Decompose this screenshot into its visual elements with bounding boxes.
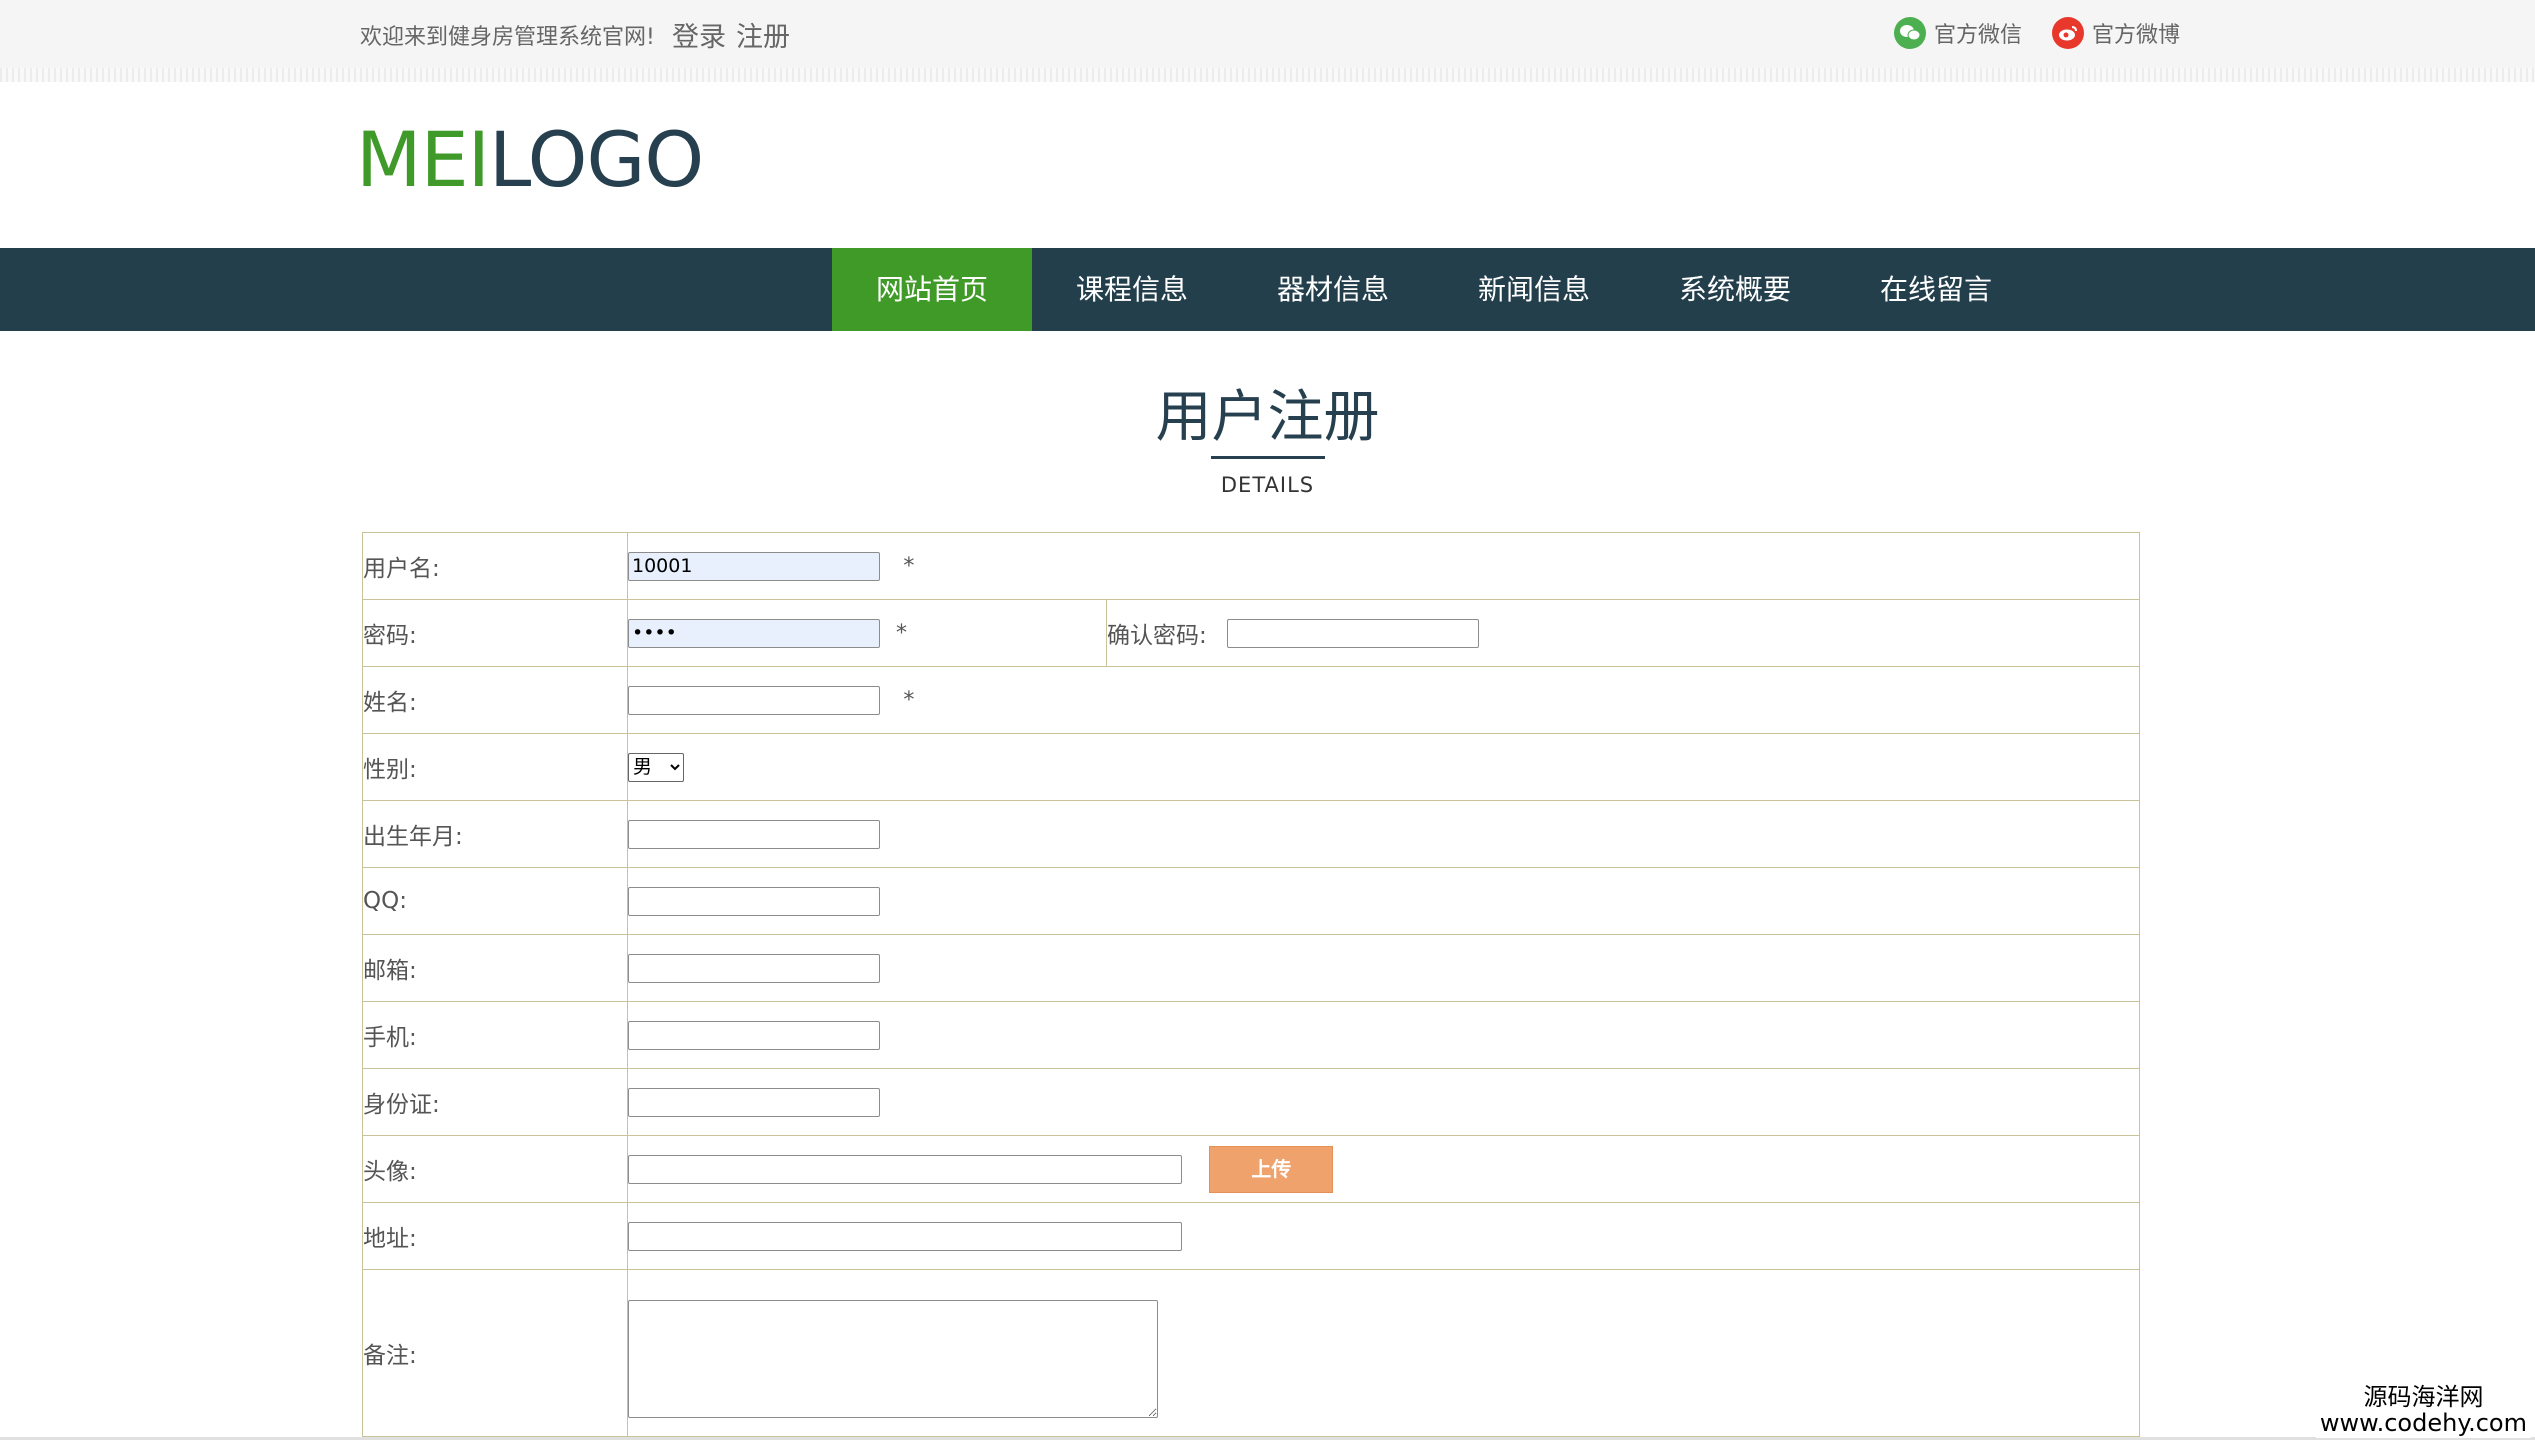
register-link[interactable]: 注册 [736, 22, 790, 53]
username-input[interactable] [628, 551, 880, 581]
required-mark: * [896, 620, 907, 646]
wechat-link[interactable]: 官方微信 [1894, 17, 2022, 49]
qq-label: QQ: [362, 867, 628, 935]
register-form: 用户名: * 密码: * 确认密码: 姓名: * [362, 532, 2140, 1437]
name-input[interactable] [628, 685, 880, 715]
row-birth: 出生年月: [362, 800, 2140, 868]
row-email: 邮箱: [362, 934, 2140, 1002]
logo-part-logo: LOGO [489, 115, 704, 204]
page-title: 用户注册 [1155, 385, 1380, 450]
confirm-password-label: 确认密码: [1107, 623, 1207, 649]
row-phone: 手机: [362, 1001, 2140, 1069]
gender-label: 性别: [362, 733, 628, 801]
email-input[interactable] [628, 953, 880, 983]
address-input[interactable] [628, 1221, 1182, 1251]
idcard-input[interactable] [628, 1087, 880, 1117]
nav-home[interactable]: 网站首页 [832, 248, 1032, 331]
phone-input[interactable] [628, 1020, 880, 1050]
name-label: 姓名: [362, 666, 628, 734]
top-bar-fringe [0, 68, 2535, 82]
weibo-label: 官方微博 [2092, 23, 2181, 48]
username-label: 用户名: [362, 532, 628, 600]
upload-button[interactable]: 上传 [1209, 1145, 1334, 1193]
welcome-text: 欢迎来到健身房管理系统官网! [360, 25, 655, 50]
password-input[interactable] [628, 618, 880, 648]
page-subtitle: DETAILS [1220, 473, 1315, 497]
auth-links: 登录 注册 [672, 15, 800, 54]
birth-label: 出生年月: [362, 800, 628, 868]
gender-select[interactable]: 男 [628, 752, 684, 782]
remark-textarea[interactable] [628, 1300, 1158, 1418]
wechat-icon [1894, 17, 1926, 49]
watermark: 源码海洋网 www.codehy.com [2315, 1382, 2531, 1438]
nav-news[interactable]: 新闻信息 [1434, 248, 1634, 331]
row-qq: QQ: [362, 867, 2140, 935]
required-mark: * [903, 553, 915, 579]
row-address: 地址: [362, 1202, 2140, 1270]
row-password: 密码: * 确认密码: [362, 599, 2140, 667]
nav-message[interactable]: 在线留言 [1836, 248, 2036, 331]
email-label: 邮箱: [362, 934, 628, 1002]
row-gender: 性别: 男 [362, 733, 2140, 801]
birth-input[interactable] [628, 819, 880, 849]
idcard-label: 身份证: [362, 1068, 628, 1136]
qq-input[interactable] [628, 886, 880, 916]
password-label: 密码: [362, 599, 628, 667]
confirm-password-input[interactable] [1226, 618, 1479, 648]
nav-equipment[interactable]: 器材信息 [1233, 248, 1433, 331]
remark-label: 备注: [362, 1269, 628, 1437]
logo-part-mei: MEI [356, 115, 490, 204]
phone-label: 手机: [362, 1001, 628, 1069]
nav-courses[interactable]: 课程信息 [1032, 248, 1232, 331]
required-mark: * [903, 687, 915, 713]
avatar-label: 头像: [362, 1135, 628, 1203]
row-remark: 备注: [362, 1269, 2140, 1437]
main-nav: 网站首页 课程信息 器材信息 新闻信息 系统概要 在线留言 [0, 248, 2535, 331]
watermark-line2: www.codehy.com [2319, 1409, 2527, 1437]
site-logo[interactable]: MEILOGO [356, 115, 704, 204]
login-link[interactable]: 登录 [672, 22, 726, 53]
address-label: 地址: [362, 1202, 628, 1270]
row-idcard: 身份证: [362, 1068, 2140, 1136]
avatar-input[interactable] [628, 1154, 1182, 1184]
weibo-link[interactable]: 官方微博 [2052, 17, 2180, 49]
row-username: 用户名: * [362, 532, 2140, 600]
row-avatar: 头像: 上传 [362, 1135, 2140, 1203]
watermark-line1: 源码海洋网 [2363, 1383, 2484, 1411]
row-name: 姓名: * [362, 666, 2140, 734]
weibo-icon [2052, 17, 2084, 49]
nav-overview[interactable]: 系统概要 [1635, 248, 1835, 331]
wechat-label: 官方微信 [1934, 23, 2023, 48]
title-divider [1211, 456, 1325, 459]
